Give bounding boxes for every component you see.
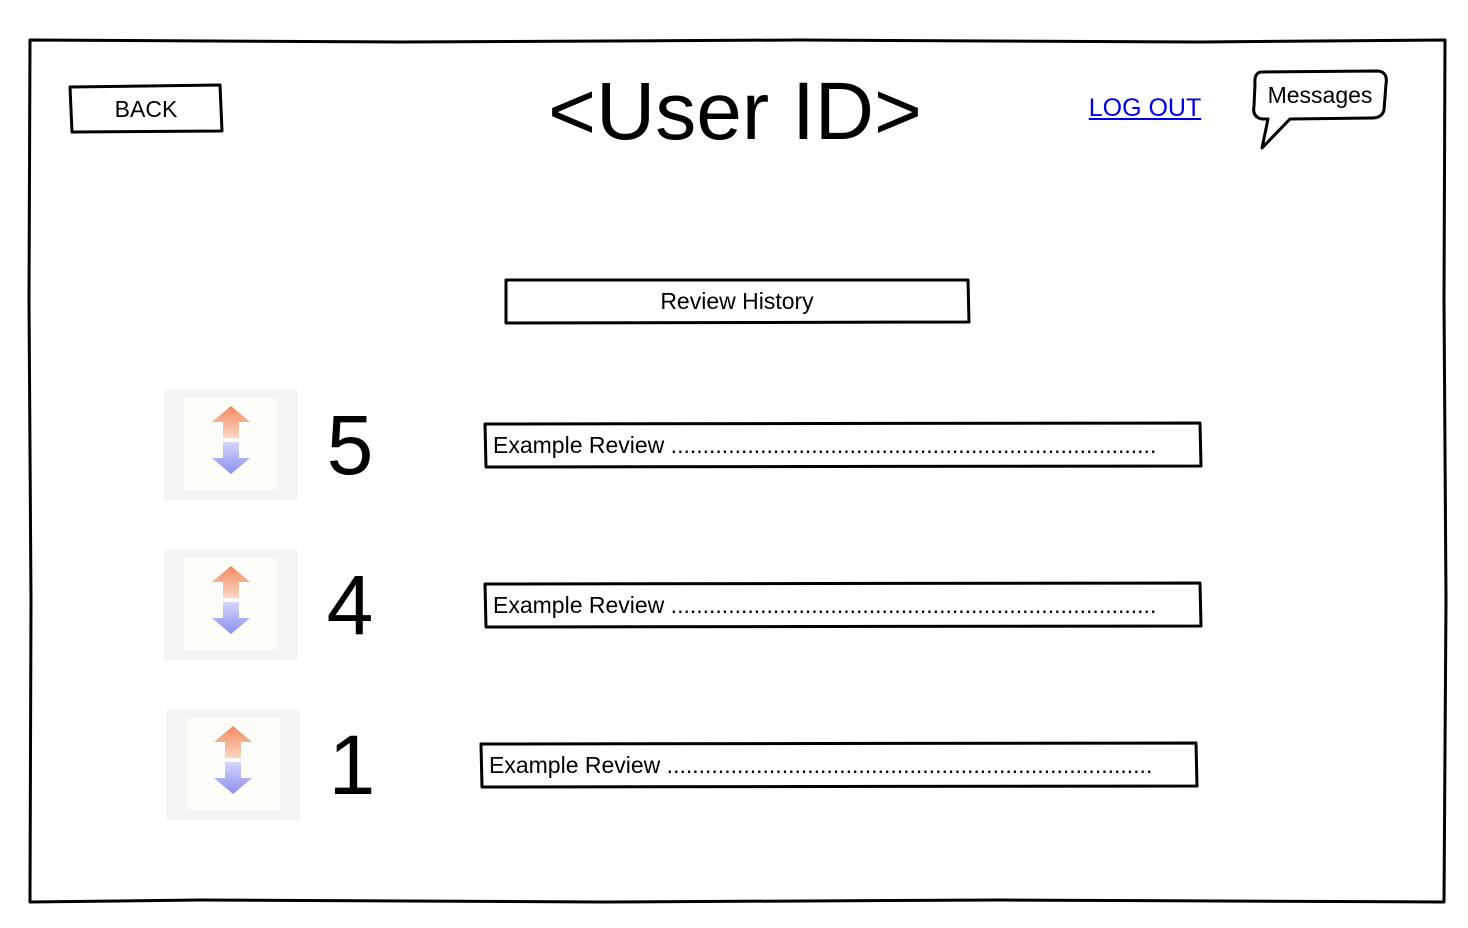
arrow-up-icon[interactable] [212, 724, 254, 760]
vote-widget [164, 550, 298, 660]
vote-widget [164, 390, 298, 500]
page-title: <User ID> [548, 66, 922, 157]
review-score: 5 [326, 398, 374, 492]
review-history-heading: Review History [660, 287, 814, 314]
messages-button[interactable]: Messages [1252, 72, 1388, 118]
back-button[interactable]: BACK [68, 84, 224, 134]
review-text: Example Review .........................… [493, 591, 1157, 618]
vote-widget [166, 710, 300, 820]
review-text: Example Review .........................… [489, 751, 1153, 778]
arrow-down-icon[interactable] [210, 440, 252, 476]
review-score: 4 [326, 558, 374, 652]
logout-link[interactable]: LOG OUT [1080, 90, 1210, 126]
vote-widget-background [184, 558, 278, 650]
review-score: 1 [328, 718, 376, 812]
arrow-down-icon[interactable] [210, 600, 252, 636]
vote-widget-background [186, 718, 280, 810]
review-text: Example Review .........................… [493, 431, 1157, 458]
arrow-down-icon[interactable] [212, 760, 254, 796]
arrow-up-icon[interactable] [210, 404, 252, 440]
vote-widget-background [184, 398, 278, 490]
arrow-up-icon[interactable] [210, 564, 252, 600]
